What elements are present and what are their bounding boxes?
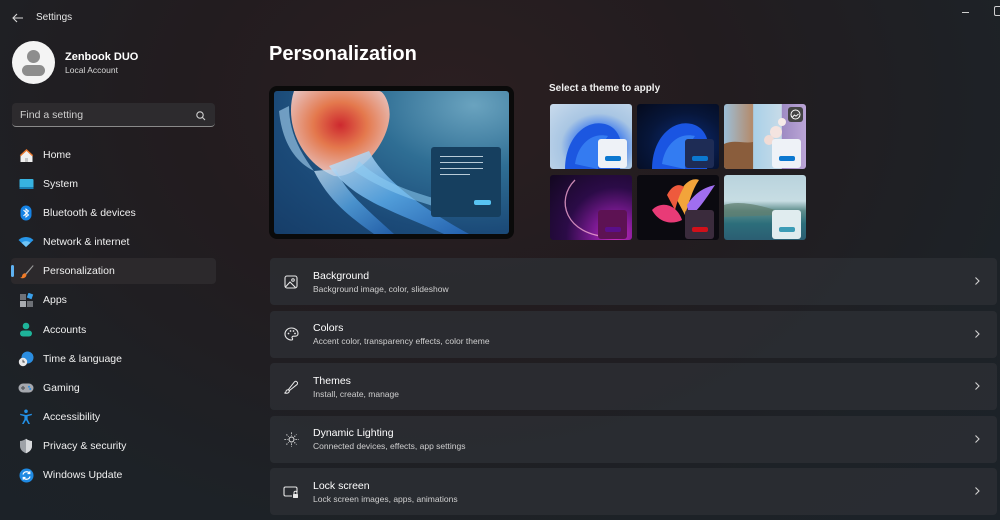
time-language-icon <box>18 351 34 367</box>
lock-screen-icon <box>283 484 299 500</box>
sidebar-item-accessibility[interactable]: Accessibility <box>11 404 216 430</box>
user-profile[interactable]: Zenbook DUO Local Account <box>12 41 138 84</box>
back-button[interactable] <box>9 9 27 27</box>
theme-glow[interactable] <box>550 175 632 240</box>
desktop-preview <box>269 86 514 239</box>
chevron-right-icon <box>975 434 980 443</box>
settings-list: Background Background image, color, slid… <box>270 258 997 520</box>
brush-icon <box>283 379 299 395</box>
gamepad-icon <box>18 380 34 396</box>
maximize-button[interactable] <box>994 6 1000 16</box>
accounts-icon <box>18 322 34 338</box>
card-dynamic-lighting[interactable]: Dynamic Lighting Connected devices, effe… <box>270 415 997 463</box>
sidebar-item-home[interactable]: Home <box>11 142 216 168</box>
theme-accent-swatch <box>605 227 621 232</box>
card-lock-screen[interactable]: Lock screen Lock screen images, apps, an… <box>270 468 997 515</box>
system-icon <box>18 176 34 192</box>
profile-account-type: Local Account <box>65 64 118 75</box>
shield-icon <box>18 438 34 454</box>
sidebar-item-system[interactable]: System <box>11 171 216 197</box>
sidebar-item-bluetooth-devices[interactable]: Bluetooth & devices <box>11 200 216 226</box>
theme-windows-spotlight[interactable] <box>724 104 806 169</box>
chevron-right-icon <box>975 329 980 338</box>
theme-accent-swatch <box>779 227 795 232</box>
sidebar-item-privacy-security[interactable]: Privacy & security <box>11 433 216 459</box>
sidebar-item-network-internet[interactable]: Network & internet <box>11 229 216 255</box>
sidebar-nav: Home System Bluetooth & devices Network … <box>11 142 216 491</box>
sidebar-item-personalization[interactable]: Personalization <box>11 258 216 285</box>
sidebar-item-apps[interactable]: Apps <box>11 287 216 313</box>
card-colors[interactable]: Colors Accent color, transparency effect… <box>270 310 997 358</box>
palette-icon <box>283 326 299 342</box>
search-input[interactable] <box>20 108 195 121</box>
theme-accent-swatch <box>605 156 621 161</box>
chevron-right-icon <box>975 277 980 285</box>
themes-grid <box>550 104 806 240</box>
home-icon <box>18 147 34 163</box>
theme-accent-swatch <box>692 227 708 232</box>
bluetooth-icon <box>18 205 34 221</box>
accessibility-icon <box>18 409 34 425</box>
minimize-button[interactable] <box>960 6 974 20</box>
theme-accent-swatch <box>692 156 708 161</box>
themes-label: Select a theme to apply <box>549 83 661 94</box>
chevron-right-icon <box>975 487 980 495</box>
title-bar: Settings <box>0 0 1000 36</box>
sidebar-item-gaming[interactable]: Gaming <box>11 375 216 401</box>
arrow-left-icon <box>12 13 23 23</box>
chevron-right-icon <box>975 382 980 390</box>
app-title: Settings <box>36 12 73 23</box>
sidebar-item-time-language[interactable]: Time & language <box>11 346 216 372</box>
dynamic-lighting-icon <box>283 431 299 447</box>
profile-name: Zenbook DUO <box>65 50 139 63</box>
page-title: Personalization <box>269 43 417 65</box>
wallpaper-preview-image <box>274 91 509 234</box>
background-image-icon <box>283 274 299 290</box>
theme-windows-dark[interactable] <box>637 104 719 169</box>
spotlight-icon <box>788 107 803 122</box>
update-icon <box>18 467 34 483</box>
theme-accent-swatch <box>779 156 795 161</box>
search-box[interactable] <box>12 103 215 127</box>
card-themes[interactable]: Themes Install, create, manage <box>270 363 997 410</box>
sidebar-item-windows-update[interactable]: Windows Update <box>11 462 216 488</box>
search-icon[interactable] <box>195 109 207 121</box>
apps-icon <box>18 292 34 308</box>
card-background[interactable]: Background Background image, color, slid… <box>270 258 997 305</box>
avatar <box>12 41 55 84</box>
preview-window-mockup <box>431 147 501 217</box>
wifi-icon <box>18 234 34 250</box>
paintbrush-icon <box>18 263 34 279</box>
theme-windows-light[interactable] <box>550 104 632 169</box>
theme-flow[interactable] <box>724 175 806 240</box>
sidebar-item-accounts[interactable]: Accounts <box>11 317 216 343</box>
theme-captured-motion[interactable] <box>637 175 719 240</box>
